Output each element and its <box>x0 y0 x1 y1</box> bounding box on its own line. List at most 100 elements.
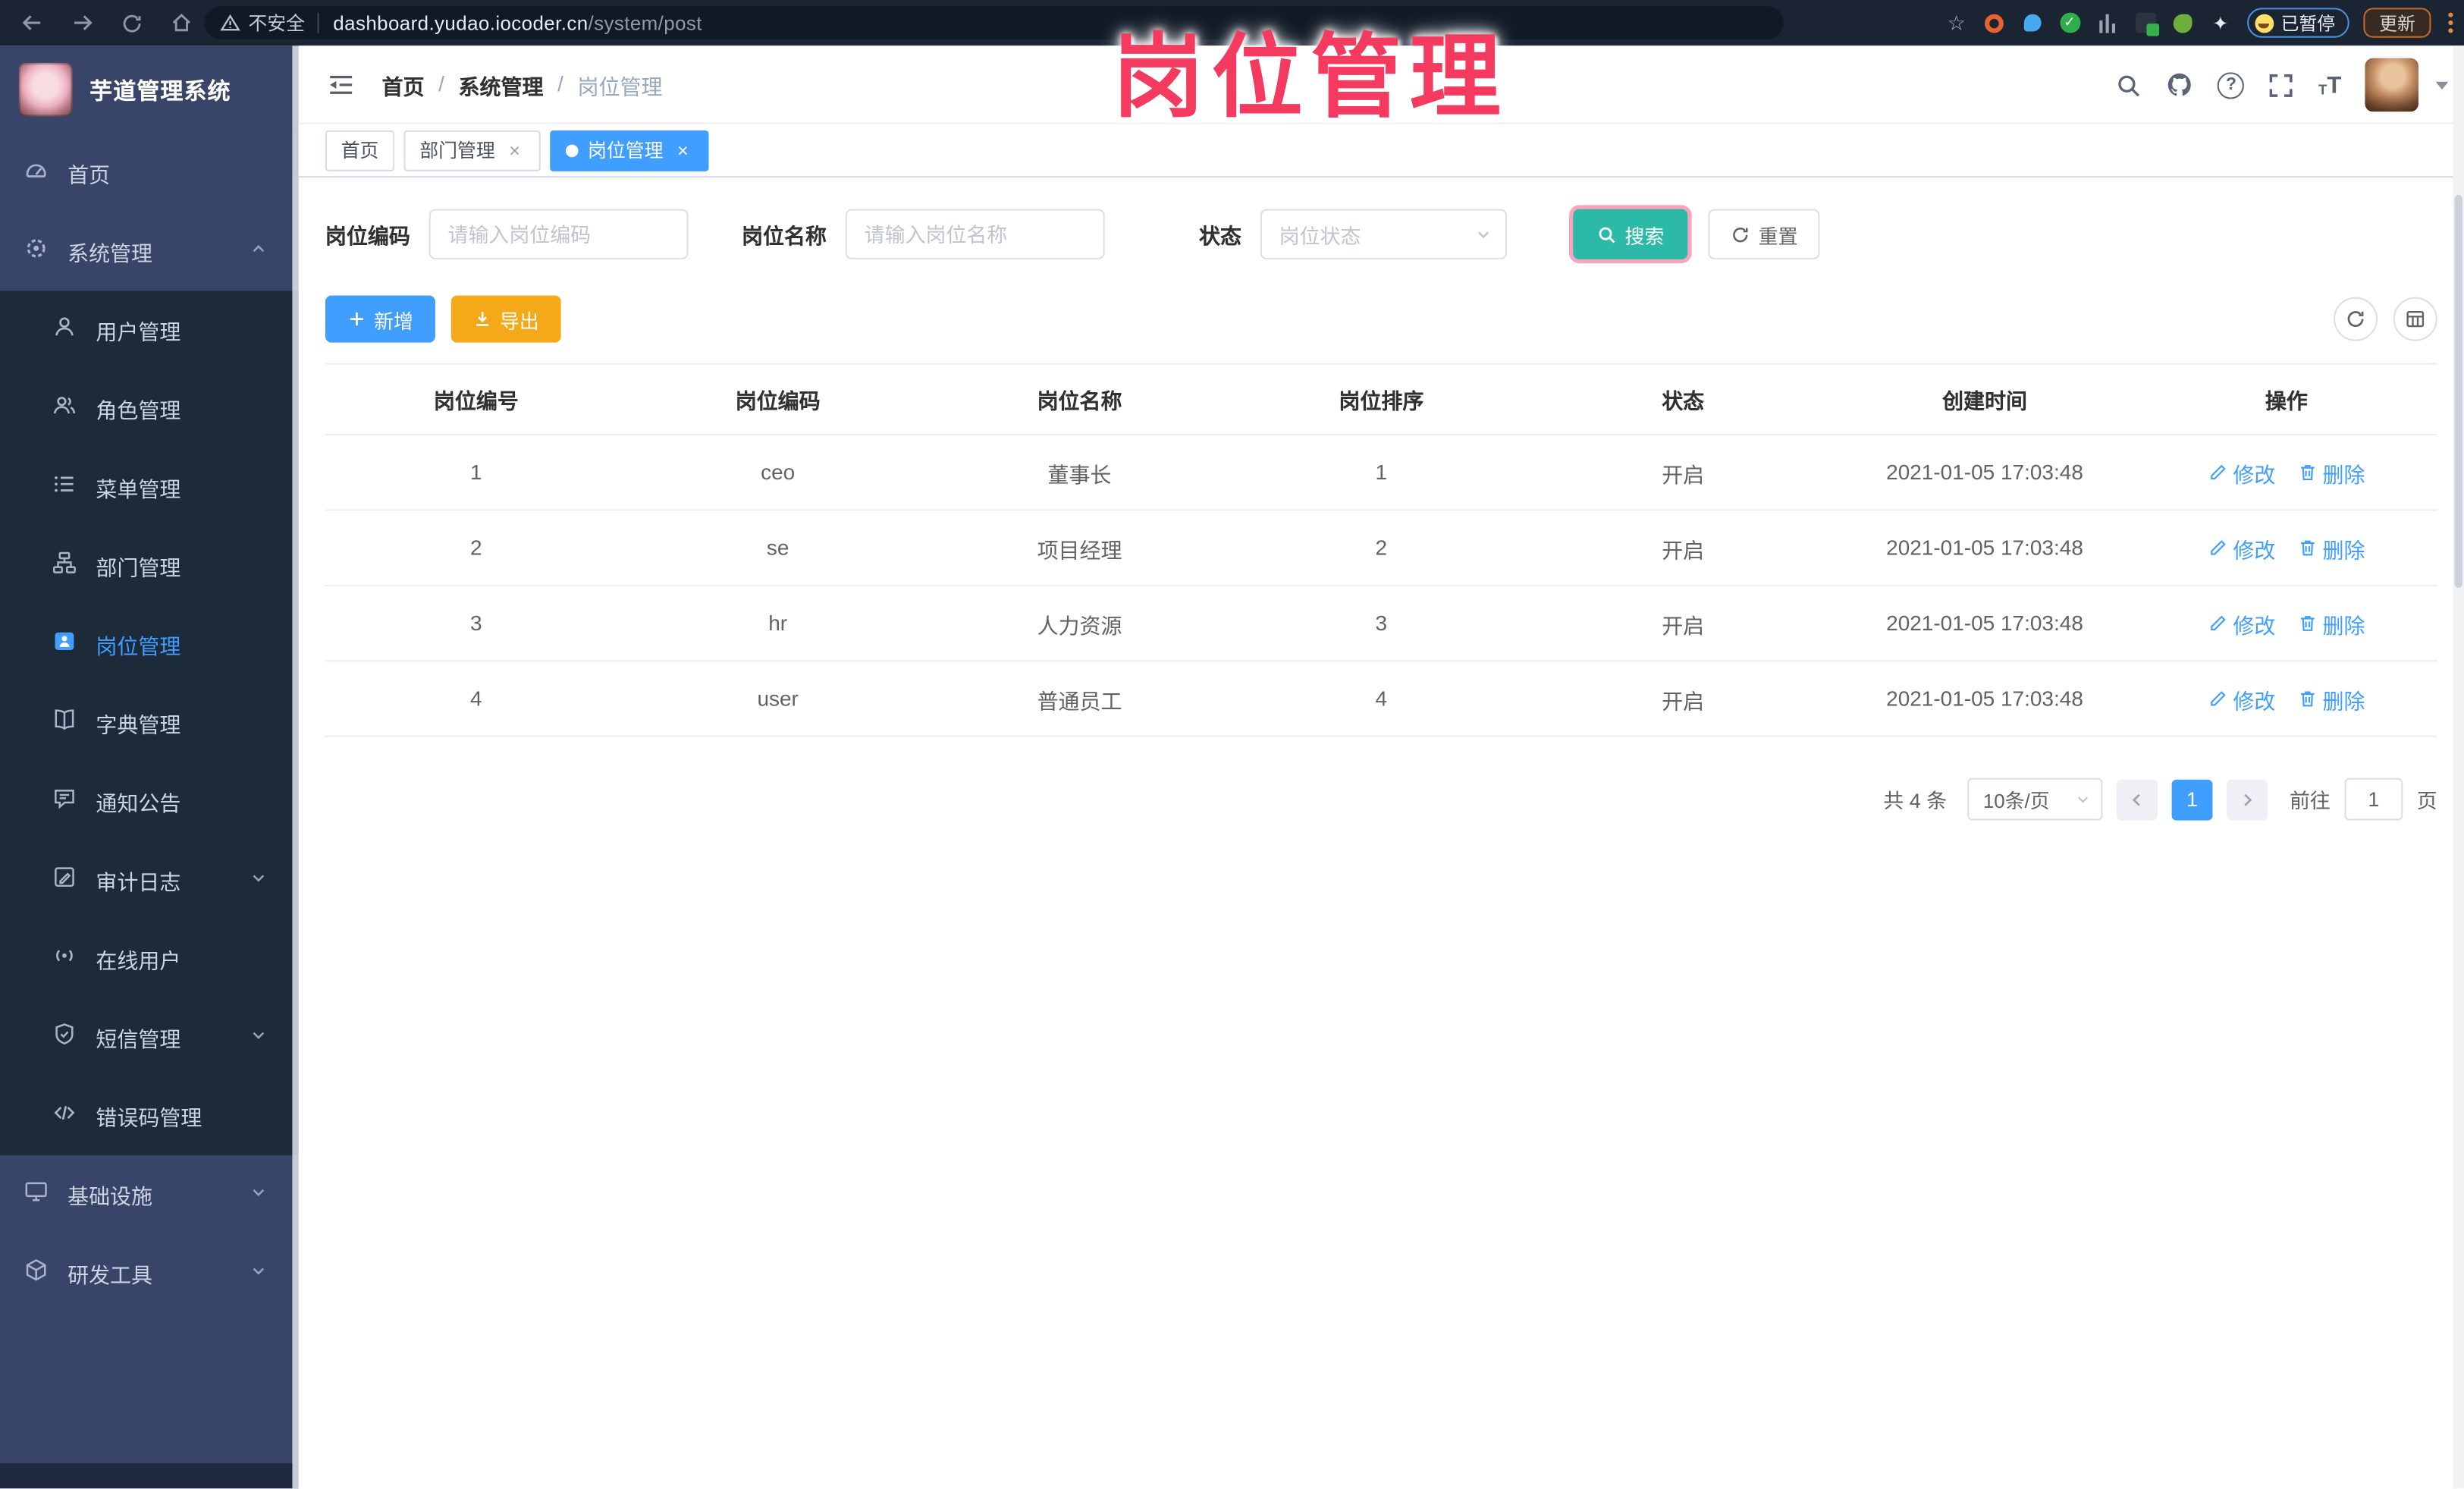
delete-link[interactable]: 删除 <box>2297 532 2365 563</box>
prev-page-button[interactable] <box>2117 778 2158 820</box>
tab-home[interactable]: 首页 <box>325 129 395 171</box>
page-size-select[interactable]: 10条/页 <box>1967 777 2103 821</box>
edit-link[interactable]: 修改 <box>2208 457 2275 488</box>
edit-link[interactable]: 修改 <box>2208 683 2275 714</box>
cell-created-time: 2021-01-05 17:03:48 <box>1886 611 2083 636</box>
next-page-button[interactable] <box>2227 778 2268 820</box>
page-number-button[interactable]: 1 <box>2171 778 2213 820</box>
table-header-row: 岗位编号 岗位编码 岗位名称 岗位排序 状态 创建时间 操作 <box>325 365 2437 435</box>
cell-post-sort: 4 <box>1375 686 1388 711</box>
sidebar-item-error-codes[interactable]: 错误码管理 <box>0 1076 299 1155</box>
toolbox-icon <box>24 1257 49 1290</box>
address-bar[interactable]: 不安全 dashboard.yudao.iocoder.cn/system/po… <box>204 6 1784 39</box>
breadcrumb-separator: / <box>557 72 563 96</box>
column-header: 状态 <box>1662 389 1705 413</box>
search-icon[interactable] <box>2116 71 2142 98</box>
cell-created-time: 2021-01-05 17:03:48 <box>1886 460 2083 485</box>
breadcrumb-separator: / <box>438 72 444 96</box>
user-avatar[interactable] <box>2365 58 2418 112</box>
sidebar-item-users[interactable]: 用户管理 <box>0 291 299 369</box>
sidebar-item-home[interactable]: 首页 <box>0 134 299 212</box>
font-size-icon[interactable]: TT <box>2318 73 2341 96</box>
app-logo[interactable]: 芋道管理系统 <box>0 46 299 134</box>
browser-reload-icon[interactable] <box>121 12 143 34</box>
sidebar-item-label: 部门管理 <box>96 556 181 580</box>
main-panel: 首页 / 系统管理 / 岗位管理 ? T T 首页 部门管理 × 岗位管理 × … <box>298 46 2464 1489</box>
scrollbar-thumb[interactable] <box>2454 194 2462 588</box>
breadcrumb-system[interactable]: 系统管理 <box>459 68 544 99</box>
goto-label: 前往 <box>2289 789 2331 813</box>
tab-dept[interactable]: 部门管理 × <box>403 129 541 171</box>
edit-link[interactable]: 修改 <box>2208 608 2275 639</box>
column-header: 岗位编号 <box>433 389 519 413</box>
sidebar-item-depts[interactable]: 部门管理 <box>0 526 299 605</box>
sidebar-item-audit-log[interactable]: 审计日志 <box>0 840 299 920</box>
online-signal-icon <box>52 942 77 975</box>
sidebar-item-roles[interactable]: 角色管理 <box>0 369 299 448</box>
export-button[interactable]: 导出 <box>450 295 561 343</box>
not-secure-label[interactable]: 不安全 <box>248 9 305 36</box>
sidebar-item-sms[interactable]: 短信管理 <box>0 997 299 1077</box>
bookmark-star-icon[interactable]: ☆ <box>1945 10 1968 35</box>
sidebar-item-system[interactable]: 系统管理 <box>0 212 299 291</box>
extension-orange-icon[interactable] <box>1982 11 2006 35</box>
sidebar-item-notice[interactable]: 通知公告 <box>0 762 299 841</box>
delete-link[interactable]: 删除 <box>2297 608 2365 639</box>
cell-post-no: 1 <box>470 460 482 485</box>
url-path: /system/post <box>588 11 702 34</box>
extension-columns-icon[interactable] <box>2095 11 2119 35</box>
extension-dark-icon[interactable] <box>2133 11 2158 36</box>
tab-label: 部门管理 <box>419 140 495 162</box>
delete-link[interactable]: 删除 <box>2297 683 2365 714</box>
delete-link[interactable]: 删除 <box>2297 457 2365 488</box>
breadcrumb-home[interactable]: 首页 <box>382 68 425 99</box>
post-code-input[interactable] <box>428 209 689 259</box>
cell-post-sort: 3 <box>1375 611 1388 636</box>
paused-extension-badge[interactable]: 已暂停 <box>2246 8 2349 38</box>
browser-back-icon[interactable] <box>20 11 44 35</box>
tab-post[interactable]: 岗位管理 × <box>550 129 709 171</box>
cell-post-status: 开启 <box>1662 463 1705 487</box>
chevron-down-icon <box>250 866 267 894</box>
sidebar-item-posts[interactable]: 岗位管理 <box>0 605 299 684</box>
sidebar-item-online-users[interactable]: 在线用户 <box>0 919 299 998</box>
sidebar-item-menus[interactable]: 菜单管理 <box>0 448 299 527</box>
browser-forward-icon[interactable] <box>71 11 94 35</box>
extension-check-icon[interactable]: ✓ <box>2058 11 2081 35</box>
close-icon[interactable]: × <box>504 140 525 160</box>
browser-home-icon[interactable] <box>170 11 193 35</box>
column-settings-button[interactable] <box>2393 297 2437 341</box>
sidebar-item-infra[interactable]: 基础设施 <box>0 1155 299 1234</box>
avatar-caret-icon[interactable] <box>2435 80 2449 90</box>
status-label: 状态 <box>1198 225 1241 249</box>
close-icon[interactable]: × <box>673 140 693 160</box>
help-icon[interactable]: ? <box>2218 71 2245 99</box>
sidebar-toggle-icon[interactable] <box>327 70 355 98</box>
browser-update-button[interactable]: 更新 <box>2363 8 2431 38</box>
window-scrollbar[interactable] <box>2453 46 2464 1489</box>
status-select[interactable]: 岗位状态 <box>1260 209 1508 259</box>
edit-link[interactable]: 修改 <box>2208 532 2275 563</box>
fullscreen-icon[interactable] <box>2268 71 2295 98</box>
cell-post-code: se <box>766 536 789 560</box>
goto-page-input[interactable] <box>2344 777 2403 821</box>
sidebar-item-devtools[interactable]: 研发工具 <box>0 1234 299 1313</box>
extension-sprout-icon[interactable] <box>2171 11 2195 35</box>
post-name-input[interactable] <box>845 209 1105 259</box>
extension-sparkle-icon[interactable]: ✦ <box>2208 11 2232 35</box>
sidebar-scrollbar[interactable] <box>292 46 299 1489</box>
github-icon[interactable] <box>2166 71 2194 99</box>
browser-toolbar: 不安全 dashboard.yudao.iocoder.cn/system/po… <box>0 0 2464 46</box>
extension-pin-icon[interactable] <box>2020 11 2044 35</box>
page-content: 岗位编码 岗位名称 状态 岗位状态 搜索 <box>299 177 2464 821</box>
add-button[interactable]: 新增 <box>325 295 435 343</box>
search-button[interactable]: 搜索 <box>1573 209 1688 259</box>
url-text[interactable]: dashboard.yudao.iocoder.cn/system/post <box>333 12 702 34</box>
column-header: 创建时间 <box>1942 389 2027 413</box>
cell-actions: 修改 删除 <box>2136 661 2437 735</box>
sidebar-item-dict[interactable]: 字典管理 <box>0 683 299 762</box>
reset-button[interactable]: 重置 <box>1708 209 1820 259</box>
browser-menu-icon[interactable] <box>2445 12 2456 33</box>
refresh-button[interactable] <box>2334 297 2378 341</box>
table-toolbar: 新增 导出 <box>325 295 2437 343</box>
